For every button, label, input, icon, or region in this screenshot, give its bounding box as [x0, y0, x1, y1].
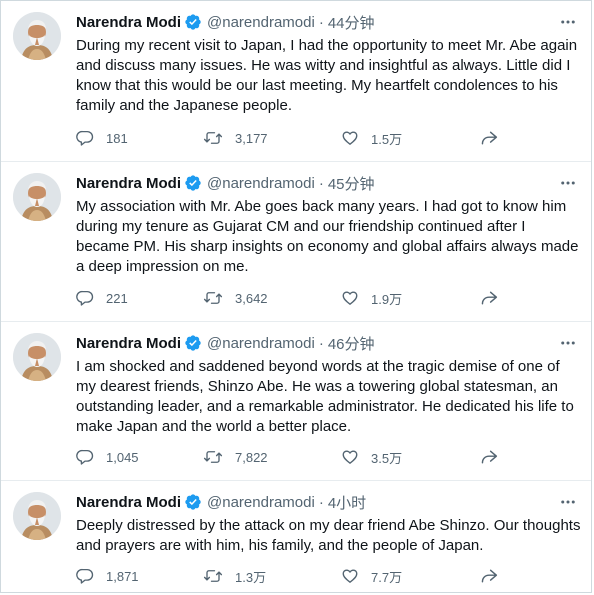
author-handle[interactable]: @narendramodi — [207, 494, 315, 511]
tweet-header: Narendra Modi @narendramodi · 4小时 — [76, 491, 366, 513]
reply-button[interactable]: 221 — [76, 289, 203, 307]
timestamp[interactable]: 4小时 — [328, 492, 366, 513]
retweet-button[interactable]: 3,642 — [203, 289, 341, 307]
like-count: 3.5万 — [371, 450, 403, 466]
share-button[interactable] — [479, 448, 516, 466]
reply-button[interactable]: 1,871 — [76, 567, 203, 585]
verified-badge-icon — [184, 13, 202, 31]
tweet-text: During my recent visit to Japan, I had t… — [76, 37, 578, 114]
like-count: 1.9万 — [371, 291, 403, 307]
reply-icon — [76, 129, 94, 147]
timestamp[interactable]: 46分钟 — [328, 333, 375, 354]
share-button[interactable] — [479, 567, 516, 585]
more-horizontal-icon[interactable] — [557, 493, 579, 511]
retweet-count: 3,642 — [235, 290, 268, 306]
share-button[interactable] — [479, 289, 516, 307]
reply-count: 1,045 — [106, 449, 139, 465]
tweet-actions: 181 3,177 1.5万 — [76, 126, 516, 150]
share-icon — [479, 567, 499, 585]
retweet-count: 3,177 — [235, 130, 268, 146]
tweet-card[interactable]: Narendra Modi @narendramodi · 46分钟 I am … — [1, 322, 591, 481]
tweet-card[interactable]: Narendra Modi @narendramodi · 45分钟 My as… — [1, 162, 591, 322]
separator-dot: · — [318, 493, 324, 511]
tweet-text: I am shocked and saddened beyond words a… — [76, 358, 574, 435]
author-handle[interactable]: @narendramodi — [207, 335, 315, 352]
heart-icon — [341, 289, 359, 307]
share-icon — [479, 448, 499, 466]
avatar[interactable] — [13, 12, 61, 60]
more-horizontal-icon[interactable] — [557, 13, 579, 31]
verified-badge-icon — [184, 493, 202, 511]
timestamp[interactable]: 45分钟 — [328, 173, 375, 194]
like-button[interactable]: 1.5万 — [341, 129, 479, 148]
reply-count: 1,871 — [106, 568, 139, 584]
tweet-header: Narendra Modi @narendramodi · 44分钟 — [76, 11, 375, 33]
tweet-actions: 1,045 7,822 3.5万 — [76, 445, 516, 469]
reply-icon — [76, 448, 94, 466]
retweet-button[interactable]: 7,822 — [203, 448, 341, 466]
tweet-text: Deeply distressed by the attack on my de… — [76, 517, 581, 554]
share-icon — [479, 129, 499, 147]
author-name[interactable]: Narendra Modi — [76, 494, 181, 511]
separator-dot: · — [318, 174, 324, 192]
like-count: 7.7万 — [371, 569, 403, 585]
more-horizontal-icon[interactable] — [557, 334, 579, 352]
avatar[interactable] — [13, 492, 61, 540]
share-button[interactable] — [479, 129, 516, 147]
timestamp[interactable]: 44分钟 — [328, 12, 375, 33]
retweet-icon — [203, 567, 223, 585]
tweet-header: Narendra Modi @narendramodi · 45分钟 — [76, 172, 375, 194]
tweet-text: My association with Mr. Abe goes back ma… — [76, 198, 579, 275]
retweet-count: 1.3万 — [235, 569, 267, 585]
tweet-header: Narendra Modi @narendramodi · 46分钟 — [76, 332, 375, 354]
retweet-button[interactable]: 3,177 — [203, 129, 341, 147]
reply-icon — [76, 289, 94, 307]
retweet-icon — [203, 448, 223, 466]
heart-icon — [341, 129, 359, 147]
author-name[interactable]: Narendra Modi — [76, 175, 181, 192]
retweet-icon — [203, 289, 223, 307]
reply-button[interactable]: 1,045 — [76, 448, 203, 466]
separator-dot: · — [318, 13, 324, 31]
tweet-card[interactable]: Narendra Modi @narendramodi · 44分钟 Durin… — [1, 1, 591, 162]
heart-icon — [341, 448, 359, 466]
like-count: 1.5万 — [371, 131, 403, 147]
retweet-button[interactable]: 1.3万 — [203, 567, 341, 586]
tweet-feed: Narendra Modi @narendramodi · 44分钟 Durin… — [0, 0, 592, 593]
avatar[interactable] — [13, 333, 61, 381]
retweet-count: 7,822 — [235, 449, 268, 465]
like-button[interactable]: 1.9万 — [341, 289, 479, 308]
author-handle[interactable]: @narendramodi — [207, 175, 315, 192]
like-button[interactable]: 3.5万 — [341, 448, 479, 467]
tweet-actions: 221 3,642 1.9万 — [76, 286, 516, 310]
reply-count: 181 — [106, 130, 128, 146]
share-icon — [479, 289, 499, 307]
reply-count: 221 — [106, 290, 128, 306]
retweet-icon — [203, 129, 223, 147]
author-handle[interactable]: @narendramodi — [207, 14, 315, 31]
tweet-actions: 1,871 1.3万 7.7万 — [76, 564, 516, 588]
verified-badge-icon — [184, 174, 202, 192]
more-horizontal-icon[interactable] — [557, 174, 579, 192]
heart-icon — [341, 567, 359, 585]
like-button[interactable]: 7.7万 — [341, 567, 479, 586]
author-name[interactable]: Narendra Modi — [76, 335, 181, 352]
tweet-card[interactable]: Narendra Modi @narendramodi · 4小时 Deeply… — [1, 481, 591, 594]
separator-dot: · — [318, 334, 324, 352]
avatar[interactable] — [13, 173, 61, 221]
reply-icon — [76, 567, 94, 585]
reply-button[interactable]: 181 — [76, 129, 203, 147]
author-name[interactable]: Narendra Modi — [76, 14, 181, 31]
verified-badge-icon — [184, 334, 202, 352]
